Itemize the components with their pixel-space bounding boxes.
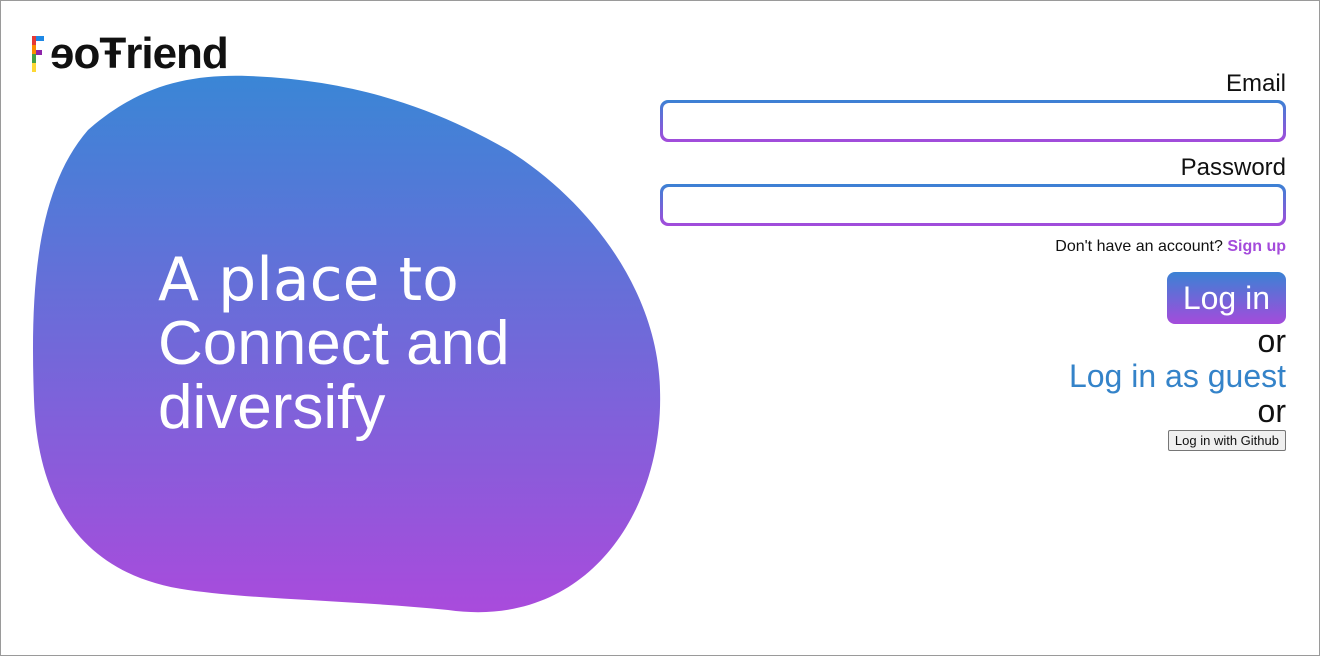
or-separator-2: or xyxy=(1257,393,1286,429)
tagline-line-3: diversify xyxy=(158,373,386,442)
guest-login-link[interactable]: Log in as guest xyxy=(1069,358,1286,394)
or-separator-1: or xyxy=(1257,323,1286,359)
tagline-line-2: Connect and xyxy=(158,309,510,378)
tagline-line-1: A place to xyxy=(158,245,459,315)
signup-row: Don't have an account? Sign up xyxy=(1055,238,1286,256)
signup-prompt: Don't have an account? xyxy=(1055,238,1223,255)
logo-text: ɘoŦriend xyxy=(50,29,229,78)
password-label: Password xyxy=(1180,154,1286,181)
login-button[interactable]: Log in xyxy=(1166,272,1286,324)
login-form: Email Password Don't have an account? Si… xyxy=(658,70,1286,451)
email-field-wrapper xyxy=(660,100,1286,142)
github-login-button[interactable]: Log in with Github xyxy=(1167,430,1286,451)
email-field[interactable] xyxy=(663,103,1283,139)
email-label: Email xyxy=(1225,70,1286,97)
app-logo[interactable]: ɘoŦriend xyxy=(32,29,229,78)
logo-mark-icon xyxy=(32,36,44,72)
password-field-wrapper xyxy=(660,184,1286,226)
password-field[interactable] xyxy=(663,187,1283,223)
signup-link[interactable]: Sign up xyxy=(1227,238,1286,255)
hero-tagline: A place to Connect and diversify xyxy=(158,248,510,440)
